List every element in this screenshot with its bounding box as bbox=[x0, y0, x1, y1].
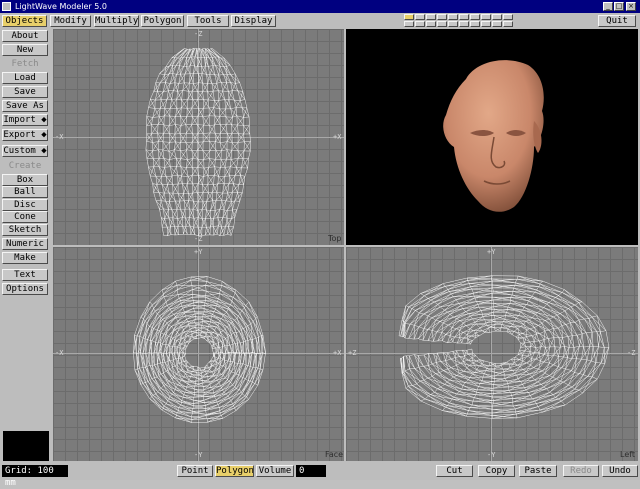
sidebar-item-about[interactable]: About bbox=[2, 30, 48, 42]
sidebar-item-custom[interactable]: Custom ◆ bbox=[2, 145, 48, 157]
sidebar-item-disc[interactable]: Disc bbox=[2, 199, 48, 211]
sidebar-item-ball[interactable]: Ball bbox=[2, 186, 48, 198]
viewport-left[interactable]: +Y -Y +Z -Z Left bbox=[346, 247, 638, 461]
layer-toggle[interactable] bbox=[404, 14, 414, 20]
layer-buttons[interactable] bbox=[404, 14, 522, 28]
quit-button[interactable]: Quit bbox=[598, 15, 636, 27]
sidebar-item-box[interactable]: Box bbox=[2, 174, 48, 186]
grid-size-readout: Grid: 100 mm bbox=[2, 465, 68, 477]
layer-toggle[interactable] bbox=[437, 21, 447, 27]
layer-toggle[interactable] bbox=[426, 21, 436, 27]
layer-toggle[interactable] bbox=[470, 14, 480, 20]
minimize-button[interactable]: _ bbox=[603, 2, 613, 11]
sidebar-item-import[interactable]: Import ◆ bbox=[2, 114, 48, 126]
layer-toggle[interactable] bbox=[492, 14, 502, 20]
select-mode-polygon[interactable]: Polygon bbox=[215, 465, 254, 477]
layer-toggle[interactable] bbox=[459, 21, 469, 27]
layer-toggle[interactable] bbox=[426, 14, 436, 20]
sidebar-item-text[interactable]: Text bbox=[2, 269, 48, 281]
sidebar-section-create: Create bbox=[2, 161, 48, 173]
tab-modify[interactable]: Modify bbox=[50, 15, 91, 27]
layer-toggle[interactable] bbox=[492, 21, 502, 27]
layer-toggle[interactable] bbox=[470, 21, 480, 27]
tab-polygon[interactable]: Polygon bbox=[141, 15, 184, 27]
selection-count: 0 bbox=[296, 465, 326, 477]
layer-toggle[interactable] bbox=[404, 21, 414, 27]
color-swatch bbox=[3, 431, 49, 461]
paste-button[interactable]: Paste bbox=[519, 465, 557, 477]
sidebar-item-sketch[interactable]: Sketch bbox=[2, 224, 48, 236]
select-mode-volume[interactable]: Volume bbox=[256, 465, 294, 477]
sidebar-item-new[interactable]: New bbox=[2, 44, 48, 56]
sidebar-item-options[interactable]: Options bbox=[2, 283, 48, 295]
window-title: LightWave Modeler 5.0 bbox=[15, 0, 107, 13]
sidebar-item-save[interactable]: Save bbox=[2, 86, 48, 98]
modeler-window: LightWave Modeler 5.0 _ □ × Objects Modi… bbox=[0, 0, 640, 480]
redo-button[interactable]: Redo bbox=[563, 465, 599, 477]
viewport-face[interactable]: +Y -Y -X +X Face bbox=[53, 247, 344, 461]
viewport-label-face: Face bbox=[325, 450, 343, 459]
tab-objects[interactable]: Objects bbox=[2, 15, 47, 27]
layer-toggle[interactable] bbox=[481, 21, 491, 27]
head-wireframe-face bbox=[53, 247, 344, 461]
layer-toggle[interactable] bbox=[415, 14, 425, 20]
sidebar-item-make[interactable]: Make bbox=[2, 252, 48, 264]
close-button[interactable]: × bbox=[626, 2, 636, 11]
sidebar-item-save-as[interactable]: Save As bbox=[2, 100, 48, 112]
layer-toggle[interactable] bbox=[448, 21, 458, 27]
tab-multiply[interactable]: Multiply bbox=[94, 15, 139, 27]
head-wireframe-left bbox=[346, 247, 638, 461]
viewport-label-left: Left bbox=[620, 450, 635, 459]
maximize-button[interactable]: □ bbox=[614, 2, 624, 11]
copy-button[interactable]: Copy bbox=[478, 465, 515, 477]
app-icon bbox=[2, 2, 11, 11]
cut-button[interactable]: Cut bbox=[436, 465, 473, 477]
layer-toggle[interactable] bbox=[459, 14, 469, 20]
layer-toggle[interactable] bbox=[503, 14, 513, 20]
head-render bbox=[346, 29, 638, 245]
viewport-perspective[interactable] bbox=[346, 29, 638, 245]
sidebar-item-export[interactable]: Export ◆ bbox=[2, 129, 48, 141]
viewport-top[interactable]: -Z -Z -X +X Top bbox=[53, 29, 344, 245]
tab-tools[interactable]: Tools bbox=[187, 15, 229, 27]
sidebar-item-numeric[interactable]: Numeric bbox=[2, 238, 48, 250]
select-mode-point[interactable]: Point bbox=[177, 465, 213, 477]
viewport-label-top: Top bbox=[328, 234, 342, 243]
sidebar-item-load[interactable]: Load bbox=[2, 72, 48, 84]
sidebar-item-cone[interactable]: Cone bbox=[2, 211, 48, 223]
layer-toggle[interactable] bbox=[415, 21, 425, 27]
layer-toggle[interactable] bbox=[503, 21, 513, 27]
head-wireframe-top bbox=[53, 29, 344, 245]
layer-toggle[interactable] bbox=[437, 14, 447, 20]
title-bar: LightWave Modeler 5.0 _ □ × bbox=[0, 0, 640, 13]
tab-display[interactable]: Display bbox=[231, 15, 276, 27]
layer-toggle[interactable] bbox=[481, 14, 491, 20]
layer-toggle[interactable] bbox=[448, 14, 458, 20]
sidebar-item-fetch: Fetch bbox=[2, 59, 48, 71]
undo-button[interactable]: Undo bbox=[602, 465, 638, 477]
